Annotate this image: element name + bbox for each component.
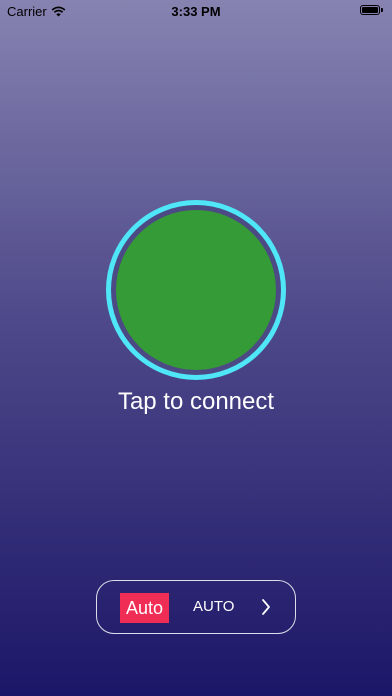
chevron-right-icon: [262, 599, 270, 615]
mode-value: AUTO: [193, 598, 235, 615]
connect-label: Tap to connect: [117, 388, 275, 415]
status-bar: Carrier 3:33 PM: [0, 0, 392, 22]
battery-icon: [360, 5, 384, 16]
mode-badge: Auto: [120, 593, 169, 623]
connect-button[interactable]: [106, 200, 286, 380]
status-time: 3:33 PM: [171, 4, 221, 19]
connect-button-core[interactable]: [116, 210, 276, 370]
mode-selector[interactable]: Auto AUTO: [96, 580, 296, 634]
